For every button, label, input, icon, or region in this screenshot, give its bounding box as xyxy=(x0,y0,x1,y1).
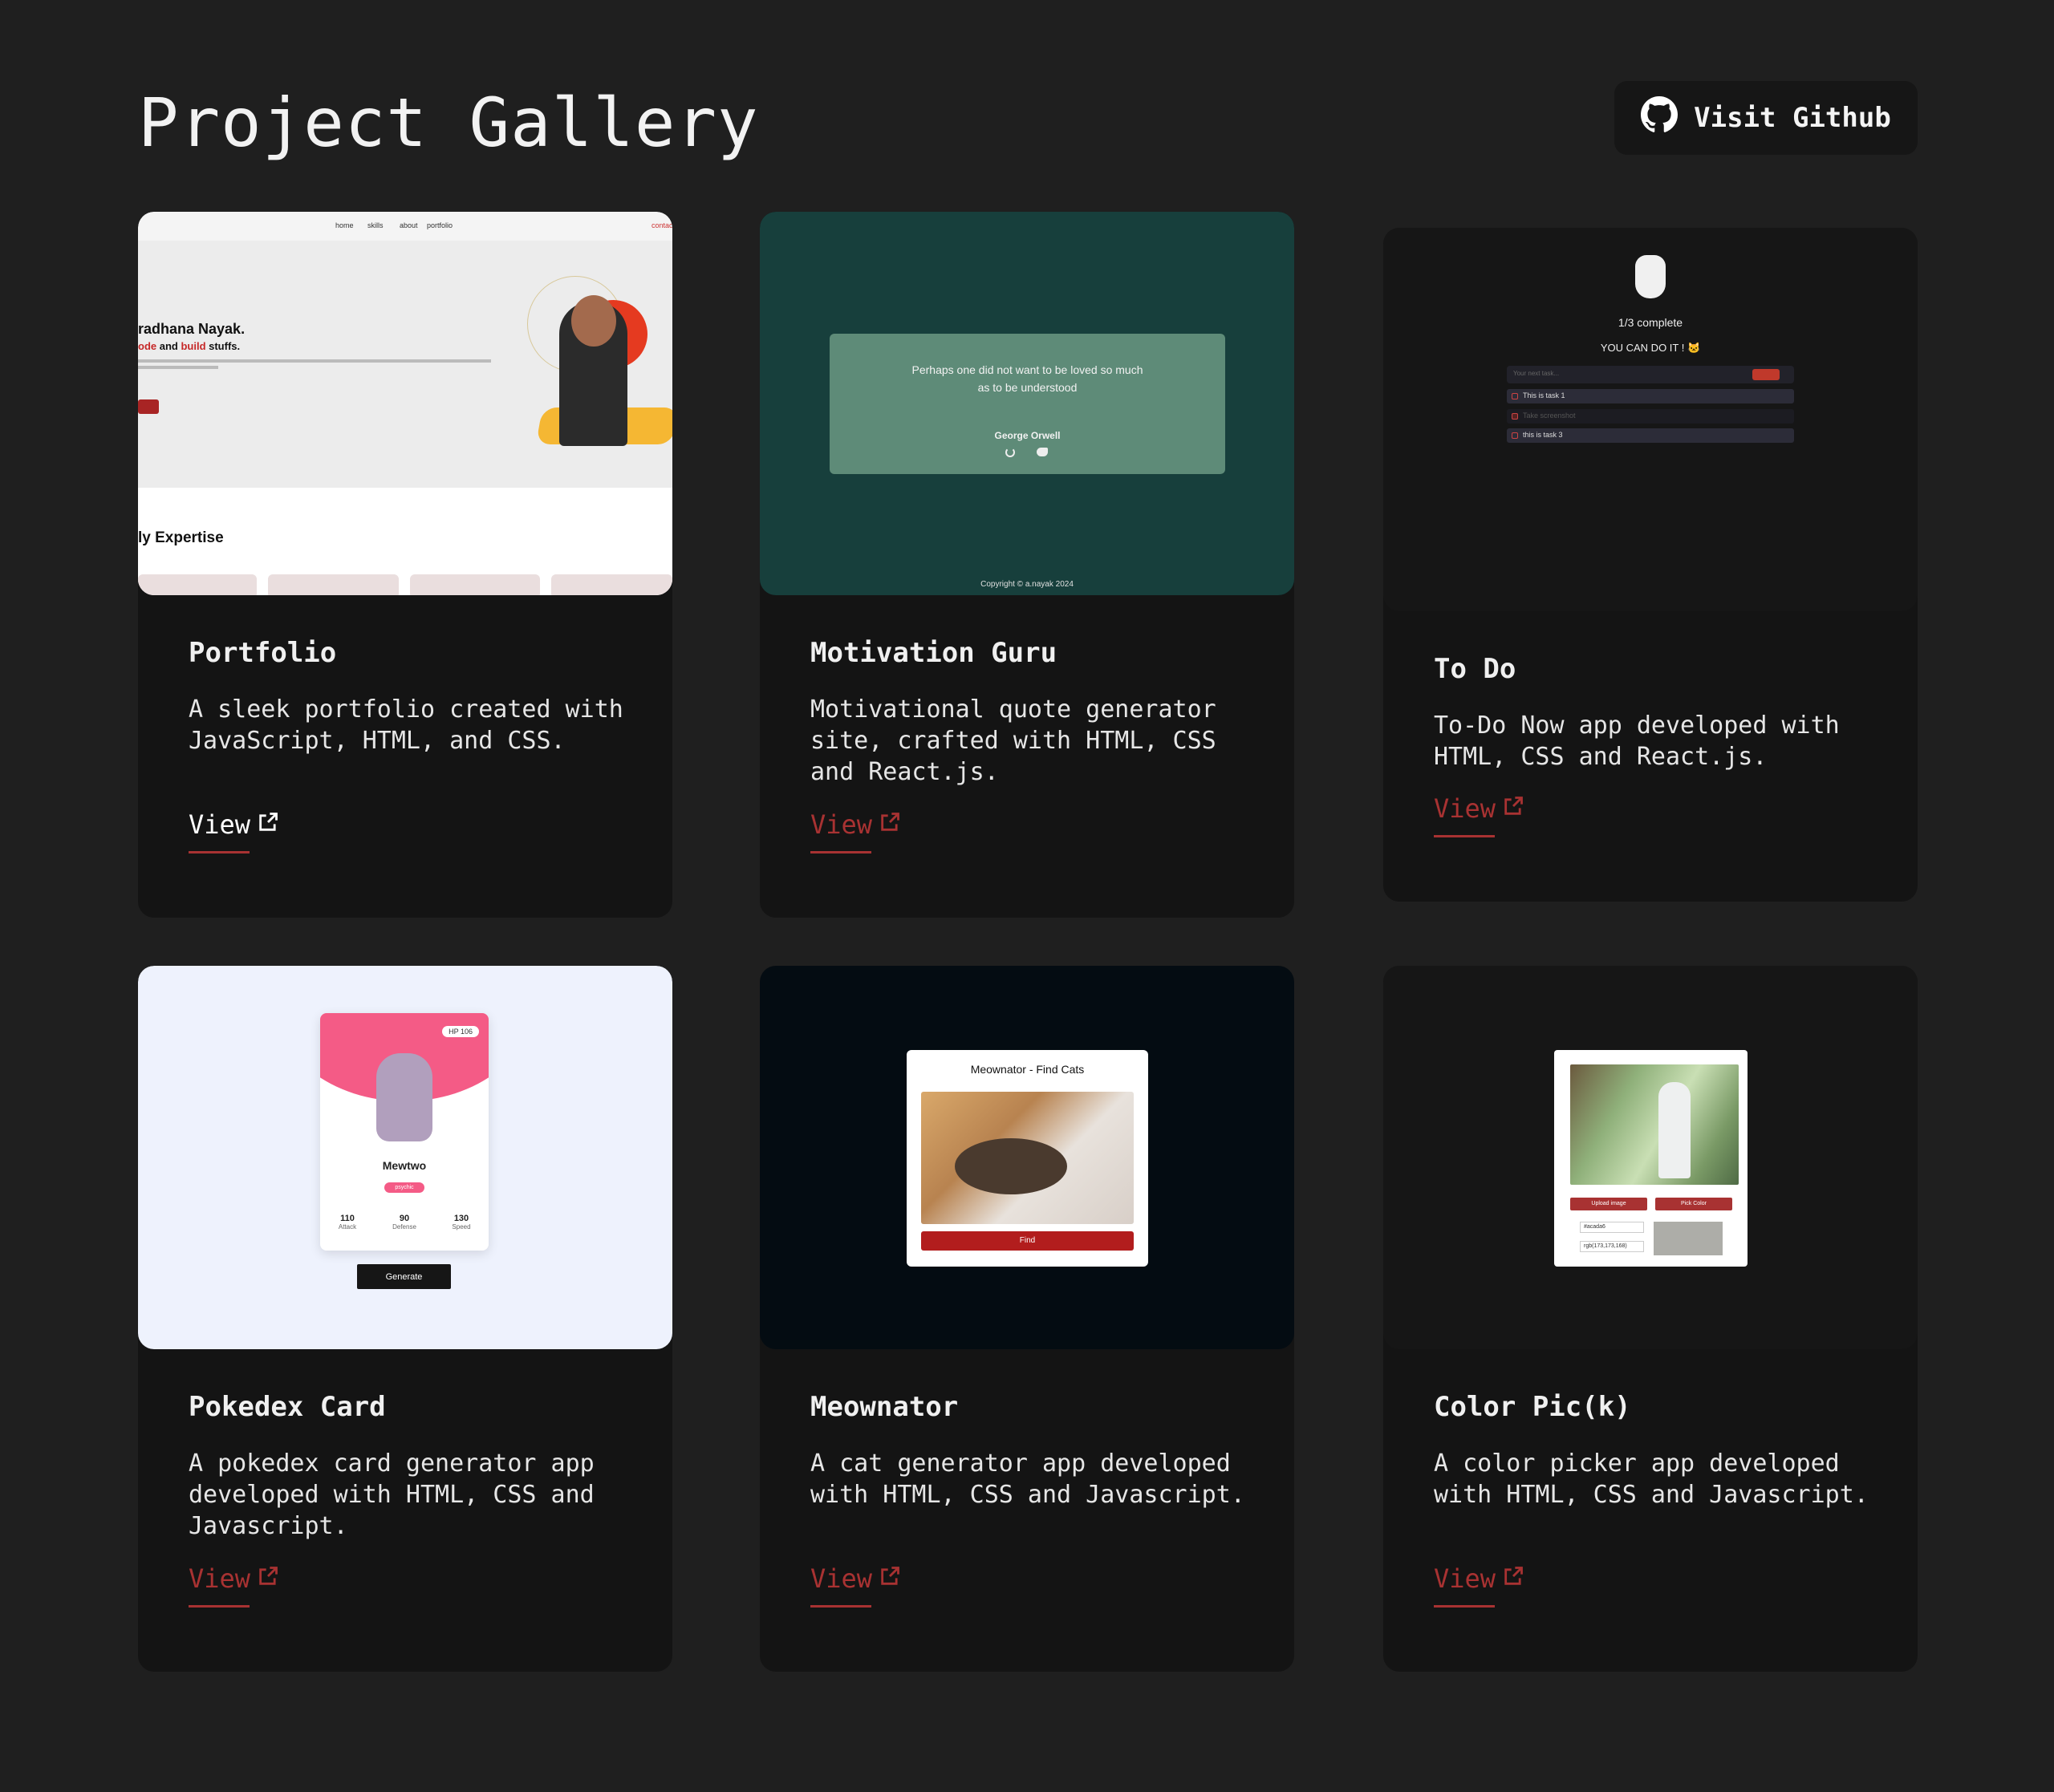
external-link-icon xyxy=(1502,793,1524,824)
github-icon xyxy=(1641,95,1679,140)
project-description: A cat generator app developed with HTML,… xyxy=(810,1449,1245,1509)
github-label: Visit Github xyxy=(1694,102,1891,134)
view-link[interactable]: View xyxy=(1434,793,1524,837)
view-link[interactable]: View xyxy=(189,809,279,853)
anime-image xyxy=(1570,1064,1739,1185)
external-link-icon xyxy=(257,1563,279,1594)
project-title: Portfolio xyxy=(189,637,337,669)
color-swatch xyxy=(1654,1222,1723,1255)
project-title: Pokedex Card xyxy=(189,1391,386,1423)
color-pick-preview: Upload image Pick Color #acada6 rgb(173,… xyxy=(1383,966,1918,1349)
external-link-icon xyxy=(257,809,279,840)
to-do-preview: 1/3 complete YOU CAN DO IT ! 🐱 Your next… xyxy=(1383,228,1918,611)
view-link[interactable]: View xyxy=(810,809,901,853)
page-title: Project Gallery xyxy=(138,83,759,162)
view-link[interactable]: View xyxy=(1434,1563,1524,1608)
visit-github-button[interactable]: Visit Github xyxy=(1614,81,1918,155)
portfolio-preview: home skills about portfolio contact radh… xyxy=(138,212,672,595)
meownator-preview: Meownator - Find Cats Find xyxy=(760,966,1294,1349)
project-title: Color Pic(k) xyxy=(1434,1391,1631,1423)
preview-nav: home skills about portfolio contact xyxy=(138,212,672,241)
project-title: Motivation Guru xyxy=(810,637,1057,669)
project-description: A pokedex card generator app developed w… xyxy=(189,1449,595,1540)
project-description: A color picker app developed with HTML, … xyxy=(1434,1449,1869,1509)
external-link-icon xyxy=(879,809,901,840)
refresh-icon xyxy=(1005,448,1015,457)
project-card-to-do: 1/3 complete YOU CAN DO IT ! 🐱 Your next… xyxy=(1383,228,1918,902)
motivation-guru-preview: Perhaps one did not want to be loved so … xyxy=(760,212,1294,595)
project-description: To-Do Now app developed with HTML, CSS a… xyxy=(1434,712,1840,771)
pokedex-preview: HP 106 Mewtwo psychic 110 Attack 90 Defens… xyxy=(138,966,672,1349)
external-link-icon xyxy=(879,1563,901,1594)
project-title: Meownator xyxy=(810,1391,959,1423)
view-link[interactable]: View xyxy=(189,1563,279,1608)
view-link[interactable]: View xyxy=(810,1563,901,1608)
project-card-portfolio: home skills about portfolio contact radh… xyxy=(138,212,672,918)
project-description: Motivational quote generator site, craft… xyxy=(810,695,1216,786)
project-description: A sleek portfolio created with JavaScrip… xyxy=(189,695,623,755)
project-title: To Do xyxy=(1434,653,1516,685)
project-card-meownator: Meownator - Find Cats Find Meownator A c… xyxy=(760,966,1294,1672)
twitter-icon xyxy=(1037,448,1048,456)
cat-mascot-icon xyxy=(1635,255,1666,298)
project-card-motivation-guru: Perhaps one did not want to be loved so … xyxy=(760,212,1294,918)
external-link-icon xyxy=(1502,1563,1524,1594)
project-card-pokedex: HP 106 Mewtwo psychic 110 Attack 90 Defens… xyxy=(138,966,672,1672)
pokemon-image xyxy=(376,1053,432,1141)
project-card-color-pick: Upload image Pick Color #acada6 rgb(173,… xyxy=(1383,966,1918,1672)
